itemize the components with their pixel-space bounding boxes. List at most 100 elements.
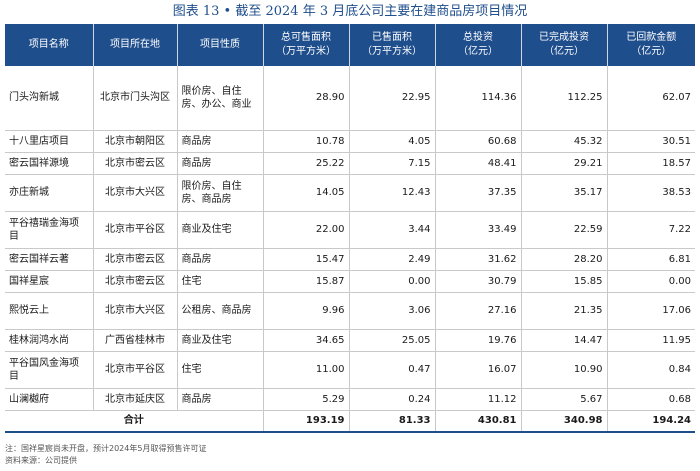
sold-area: 0.24	[349, 388, 436, 411]
project-name: 山澜樾府	[5, 388, 94, 411]
header-text: 已回款金额	[626, 32, 677, 43]
collected-amount: 30.51	[607, 130, 695, 153]
table-row: 亦庄新城 北京市大兴区 限价房、自住房、商品房 14.05 12.43 37.35 35.1…	[5, 174, 695, 212]
page: 图表 13 • 截至 2024 年 3 月底公司主要在建商品房项目情况 项目名称…	[0, 0, 700, 471]
completed-investment: 22.59	[521, 211, 608, 249]
header-text: 项目名称	[28, 39, 69, 50]
saleable-area: 22.00	[263, 211, 350, 249]
completed-investment: 14.47	[521, 329, 608, 352]
header-collected: 已回款金额 （亿元）	[607, 24, 695, 66]
total-investment: 19.76	[435, 329, 522, 352]
project-nature: 商品房	[177, 130, 264, 153]
header-text: 项目所在地	[110, 39, 160, 50]
saleable-area: 14.05	[263, 174, 350, 212]
total-saleable-area: 193.19	[263, 410, 350, 433]
table-row: 密云国祥云著 北京市密云区 商品房 15.47 2.49 31.62 28.20 6.81	[5, 248, 695, 271]
saleable-area: 9.96	[263, 292, 350, 330]
project-name: 十八里店项目	[5, 130, 94, 153]
saleable-area: 11.00	[263, 351, 350, 389]
project-nature: 商业及住宅	[177, 211, 264, 249]
collected-amount: 18.57	[607, 152, 695, 175]
project-name: 密云国祥源境	[5, 152, 94, 175]
table-row: 桂林润鸿水尚 广西省桂林市 商业及住宅 34.65 25.05 19.76 14.47 11.…	[5, 329, 695, 352]
header-text: 总投资	[463, 32, 493, 43]
header-total-investment: 总投资 （亿元）	[435, 24, 522, 66]
collected-amount: 7.22	[607, 211, 695, 249]
saleable-area: 15.87	[263, 270, 350, 293]
total-investment: 60.68	[435, 130, 522, 153]
sold-area: 22.95	[349, 66, 436, 131]
completed-investment: 112.25	[521, 66, 608, 131]
header-location: 项目所在地	[93, 24, 178, 66]
table-row: 熙悦云上 北京市大兴区 公租房、商品房 9.96 3.06 27.16 21.35 17.06	[5, 292, 695, 330]
table-row: 十八里店项目 北京市朝阳区 商品房 10.78 4.05 60.68 45.32 30.51	[5, 130, 695, 153]
total-label: 合计	[5, 410, 264, 433]
saleable-area: 25.22	[263, 152, 350, 175]
saleable-area: 15.47	[263, 248, 350, 271]
sold-area: 3.06	[349, 292, 436, 330]
completed-investment: 21.35	[521, 292, 608, 330]
project-nature: 商业及住宅	[177, 329, 264, 352]
table-title: 图表 13 • 截至 2024 年 3 月底公司主要在建商品房项目情况	[172, 4, 528, 19]
sold-area: 25.05	[349, 329, 436, 352]
sold-area: 4.05	[349, 130, 436, 153]
total-investment: 30.79	[435, 270, 522, 293]
completed-investment: 15.85	[521, 270, 608, 293]
project-name: 亦庄新城	[5, 174, 94, 212]
header-text: 已完成投资	[539, 32, 589, 43]
project-location: 北京市朝阳区	[93, 130, 178, 153]
table-row: 山澜樾府 北京市延庆区 商品房 5.29 0.24 11.12 5.67 0.68	[5, 388, 695, 411]
project-name: 密云国祥云著	[5, 248, 94, 271]
sold-area: 0.47	[349, 351, 436, 389]
collected-amount: 38.53	[607, 174, 695, 212]
table-row: 门头沟新城 北京市门头沟区 限价房、自住房、办公、商业 28.90 22.95 114.3…	[5, 66, 695, 131]
header-text: （亿元）	[458, 46, 498, 57]
header-text: 总可售面积	[281, 32, 331, 43]
project-nature: 商品房	[177, 388, 264, 411]
project-location: 北京市大兴区	[93, 292, 178, 330]
total-total-investment: 430.81	[435, 410, 522, 433]
sold-area: 2.49	[349, 248, 436, 271]
completed-investment: 35.17	[521, 174, 608, 212]
table-body: 门头沟新城 北京市门头沟区 限价房、自住房、办公、商业 28.90 22.95 114.3…	[5, 66, 695, 433]
completed-investment: 45.32	[521, 130, 608, 153]
project-nature: 住宅	[177, 270, 264, 293]
header-name: 项目名称	[5, 24, 94, 66]
project-nature: 限价房、自住房、办公、商业	[177, 66, 264, 131]
header-completed-investment: 已完成投资 （亿元）	[521, 24, 608, 66]
project-nature: 公租房、商品房	[177, 292, 264, 330]
collected-amount: 0.84	[607, 351, 695, 389]
sold-area: 7.15	[349, 152, 436, 175]
project-location: 北京市门头沟区	[93, 66, 178, 131]
header-text: 已售面积	[372, 32, 412, 43]
header-row: 项目名称 项目所在地 项目性质 总可售面积 （万平方米） 已售面积 （万平方米） 总…	[5, 24, 695, 66]
collected-amount: 17.06	[607, 292, 695, 330]
table-row: 密云国祥源境 北京市密云区 商品房 25.22 7.15 48.41 29.21 18.57	[5, 152, 695, 175]
project-location: 北京市密云区	[93, 248, 178, 271]
total-investment: 16.07	[435, 351, 522, 389]
saleable-area: 28.90	[263, 66, 350, 131]
sold-area: 12.43	[349, 174, 436, 212]
header-text: 项目性质	[200, 39, 240, 50]
total-investment: 37.35	[435, 174, 522, 212]
project-name: 桂林润鸿水尚	[5, 329, 94, 352]
project-location: 北京市延庆区	[93, 388, 178, 411]
saleable-area: 10.78	[263, 130, 350, 153]
project-location: 广西省桂林市	[93, 329, 178, 352]
total-investment: 31.62	[435, 248, 522, 271]
project-name: 国祥星宸	[5, 270, 94, 293]
completed-investment: 28.20	[521, 248, 608, 271]
collected-amount: 0.00	[607, 270, 695, 293]
completed-investment: 10.90	[521, 351, 608, 389]
completed-investment: 5.67	[521, 388, 608, 411]
sold-area: 0.00	[349, 270, 436, 293]
project-location: 北京市大兴区	[93, 174, 178, 212]
project-name: 熙悦云上	[5, 292, 94, 330]
table-row: 平谷国风金海项目 北京市平谷区 住宅 11.00 0.47 16.07 10.90 0.84	[5, 351, 695, 389]
total-row: 合计 193.19 81.33 430.81 340.98 194.24	[5, 410, 695, 433]
source-note: 资料来源：公司提供	[5, 456, 77, 465]
total-investment: 33.49	[435, 211, 522, 249]
collected-amount: 0.68	[607, 388, 695, 411]
project-location: 北京市密云区	[93, 152, 178, 175]
header-saleable-area: 总可售面积 （万平方米）	[263, 24, 350, 66]
